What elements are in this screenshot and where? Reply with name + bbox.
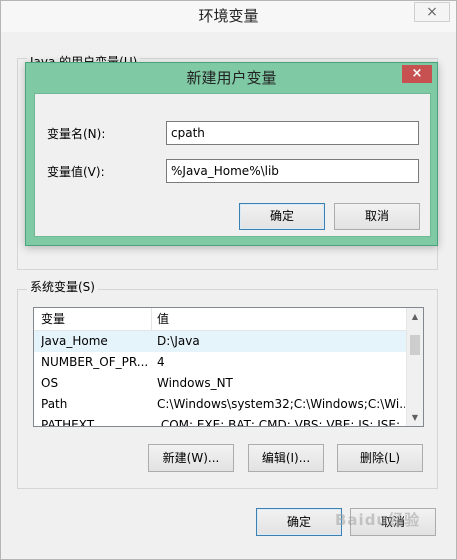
table-row[interactable]: PATHEXT .COM;.EXE;.BAT;.CMD;.VBS;.VBE;.J… [34, 415, 407, 427]
outer-window-title: 环境变量 [198, 7, 259, 25]
outer-titlebar: 环境变量 × [1, 1, 456, 32]
system-variables-table[interactable]: 变量 值 Java_Home D:\Java NUMBER_OF_PR... 4… [33, 307, 424, 427]
row-variable-value: 4 [157, 355, 165, 369]
row-variable-name: Java_Home [41, 334, 108, 348]
new-system-variable-button[interactable]: 新建(W)... [148, 444, 234, 472]
column-header-variable[interactable]: 变量 [41, 308, 65, 331]
scroll-down-arrow-icon[interactable]: ▼ [407, 409, 423, 426]
row-variable-name: Path [41, 397, 68, 411]
delete-system-variable-button[interactable]: 删除(L) [337, 444, 423, 472]
table-row[interactable]: NUMBER_OF_PR... 4 [34, 352, 407, 373]
table-header: 变量 值 [34, 308, 407, 331]
row-variable-name: PATHEXT [41, 418, 95, 427]
scrollbar-thumb[interactable] [410, 335, 420, 355]
variable-name-field[interactable]: cpath [166, 121, 419, 145]
outer-close-button[interactable]: × [414, 2, 450, 22]
table-row[interactable]: Java_Home D:\Java [34, 331, 407, 352]
row-variable-value: D:\Java [157, 334, 200, 348]
row-variable-value: C:\Windows\system32;C:\Windows;C:\Wi... [157, 397, 405, 411]
row-variable-value: .COM;.EXE;.BAT;.CMD;.VBS;.VBE;.JS;.JSE;.… [157, 418, 405, 427]
outer-ok-button[interactable]: 确定 [256, 508, 342, 536]
variable-value-label: 变量值(V): [47, 165, 105, 179]
table-row[interactable]: Path C:\Windows\system32;C:\Windows;C:\W… [34, 394, 407, 415]
dialog-close-button[interactable]: × [402, 65, 432, 83]
system-variables-label: 系统变量(S) [27, 280, 98, 294]
table-row[interactable]: OS Windows_NT [34, 373, 407, 394]
dialog-ok-button[interactable]: 确定 [239, 203, 325, 230]
watermark-logo: Baidu经验 [335, 511, 421, 529]
scroll-up-arrow-icon[interactable]: ▲ [407, 308, 423, 325]
row-variable-name: NUMBER_OF_PR... [41, 355, 149, 369]
row-variable-name: OS [41, 376, 59, 390]
edit-system-variable-button[interactable]: 编辑(I)... [248, 444, 324, 472]
dialog-cancel-button[interactable]: 取消 [334, 203, 420, 230]
row-variable-value: Windows_NT [157, 376, 233, 390]
column-separator[interactable] [151, 308, 152, 331]
column-header-value[interactable]: 值 [157, 308, 169, 331]
table-vertical-scrollbar[interactable]: ▲ ▼ [406, 308, 423, 426]
variable-value-field[interactable]: %Java_Home%\lib [166, 159, 419, 183]
dialog-title: 新建用户变量 [186, 69, 277, 87]
dialog-body: 变量名(N): cpath 变量值(V): %Java_Home%\lib 确定… [34, 93, 431, 237]
new-user-variable-dialog: 新建用户变量 × 变量名(N): cpath 变量值(V): %Java_Hom… [25, 62, 438, 246]
variable-name-label: 变量名(N): [47, 127, 106, 141]
